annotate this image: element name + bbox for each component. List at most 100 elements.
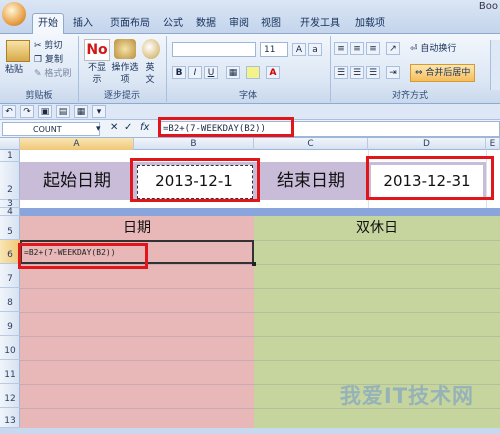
align-right-icon[interactable]: ☰ [366,66,380,79]
office-button[interactable] [2,2,26,26]
align-left-icon[interactable]: ☰ [334,66,348,79]
increase-font-icon[interactable]: A [292,43,306,56]
row-header-13[interactable]: 13 [0,408,20,428]
font-size-field[interactable]: 11 [260,42,288,57]
save-icon[interactable]: ▣ [38,105,52,118]
gridline [20,360,500,361]
tab-insert[interactable]: 插入 [70,14,96,34]
row-header-10[interactable]: 10 [0,336,20,360]
not-show-button[interactable]: 不显示 [85,62,109,86]
row-3-cells[interactable] [20,200,500,208]
format-painter-button[interactable]: ✎ 格式刷 [34,68,71,80]
fill-color-icon[interactable] [246,66,260,79]
row-header-6[interactable]: 6 [0,240,20,264]
table-icon[interactable]: ▦ [74,105,88,118]
align-center-icon[interactable]: ☰ [350,66,364,79]
ribbon-overflow[interactable] [490,40,500,90]
align-top-icon[interactable]: ≡ [334,42,348,55]
paste-button[interactable]: 粘贴 [5,64,23,76]
wrap-text-button[interactable]: ⏎ 自动换行 [410,43,456,55]
column-header-a[interactable]: A [20,138,134,150]
wrap-text-label: 自动换行 [420,44,457,54]
tab-view[interactable]: 视图 [258,14,284,34]
watermark: 我爱IT技术网 [339,384,475,408]
row-header-2[interactable]: 2 [0,162,20,200]
format-painter-label: 格式刷 [44,69,72,79]
row-header-11[interactable]: 11 [0,360,20,384]
tab-page-layout[interactable]: 页面布局 [104,14,156,34]
border-icon[interactable]: ▦ [226,66,240,79]
row-header-5[interactable]: 5 [0,216,20,240]
paste-icon[interactable] [6,40,30,62]
date-column-header[interactable]: 日期 [20,216,254,240]
tab-data[interactable]: 数据 [193,14,219,34]
redo-icon[interactable]: ↷ [20,105,34,118]
alignment-group: ≡ ≡ ≡ ↗ ⏎ 自动换行 ☰ ☰ ☰ ⇥ ⇔ 合并后居中 对齐方式 [330,36,490,102]
tab-formulas[interactable]: 公式 [160,14,186,34]
font-group: 11 A a B I U ▦ A 字体 [166,36,331,102]
customize-qat-icon[interactable]: ▾ [92,105,106,118]
end-date-label[interactable]: 结束日期 [254,162,368,200]
row-header-7[interactable]: 7 [0,264,20,288]
merge-center-label: 合并后居中 [425,68,471,78]
brush-icon: ✎ [34,69,42,79]
step-hint-group: No 不显示 操作选项 英文 逐步提示 [78,36,167,102]
font-group-label: 字体 [238,91,257,101]
annotation-end-date [366,156,494,200]
orientation-icon[interactable]: ↗ [386,42,400,55]
name-box-dropdown-icon[interactable]: ▾ [96,123,101,135]
copy-icon: ❐ [34,55,43,65]
no-icon: No [84,39,110,61]
fill-handle[interactable] [252,262,256,266]
annotation-start-date [130,158,260,202]
font-color-icon[interactable]: A [266,66,280,79]
row-header-9[interactable]: 9 [0,312,20,336]
decrease-font-icon[interactable]: a [308,43,322,56]
row-4-blue-band[interactable] [20,208,500,216]
font-name-field[interactable] [172,42,256,57]
annotation-formula-bar [158,117,294,137]
column-header-b[interactable]: B [134,138,254,150]
column-header-c[interactable]: C [254,138,368,150]
tab-review[interactable]: 审阅 [226,14,252,34]
tab-home[interactable]: 开始 [32,13,64,36]
name-box[interactable]: COUNT [2,122,100,136]
gridline [20,312,500,313]
weekend-column-header[interactable]: 双休日 [254,216,500,240]
start-date-label[interactable]: 起始日期 [20,162,134,200]
column-headers: A B C D E [0,138,500,150]
italic-button[interactable]: I [188,66,202,79]
copy-button[interactable]: ❐ 复制 [34,54,63,66]
row-header-8[interactable]: 8 [0,288,20,312]
copy-label: 复制 [44,55,63,65]
align-bottom-icon[interactable]: ≡ [366,42,380,55]
tab-addins[interactable]: 加载项 [350,14,390,34]
cut-button[interactable]: ✂ 剪切 [34,40,62,52]
undo-icon[interactable]: ↶ [2,105,16,118]
ribbon-tab-strip: Boo 开始 插入 页面布局 公式 数据 审阅 视图 开发工具 加载项 [0,0,500,36]
gridline [20,336,500,337]
wrap-text-icon: ⏎ [410,44,418,54]
speaker-icon [142,39,160,59]
enter-formula-icon[interactable]: ✓ [124,122,132,134]
select-all-corner[interactable] [0,138,20,150]
clipboard-group-label: 剪贴板 [25,91,53,101]
row-header-1[interactable]: 1 [0,150,20,162]
bold-button[interactable]: B [172,66,186,79]
alignment-group-label: 对齐方式 [391,91,428,101]
indent-icon[interactable]: ⇥ [386,66,400,79]
print-preview-icon[interactable]: ▤ [56,105,70,118]
row-header-12[interactable]: 12 [0,384,20,408]
cancel-formula-icon[interactable]: ✕ [110,122,118,134]
tab-developer[interactable]: 开发工具 [296,14,344,34]
cut-label: 剪切 [44,41,63,51]
english-button[interactable]: 英文 [142,62,158,86]
row-header-4[interactable]: 4 [0,208,20,217]
column-header-e[interactable]: E [486,138,500,150]
operation-options-button[interactable]: 操作选项 [111,62,139,86]
align-middle-icon[interactable]: ≡ [350,42,364,55]
merge-center-button[interactable]: ⇔ 合并后居中 [410,64,476,82]
column-header-d[interactable]: D [368,138,486,150]
insert-function-icon[interactable]: fx [140,122,149,134]
underline-button[interactable]: U [204,66,218,79]
